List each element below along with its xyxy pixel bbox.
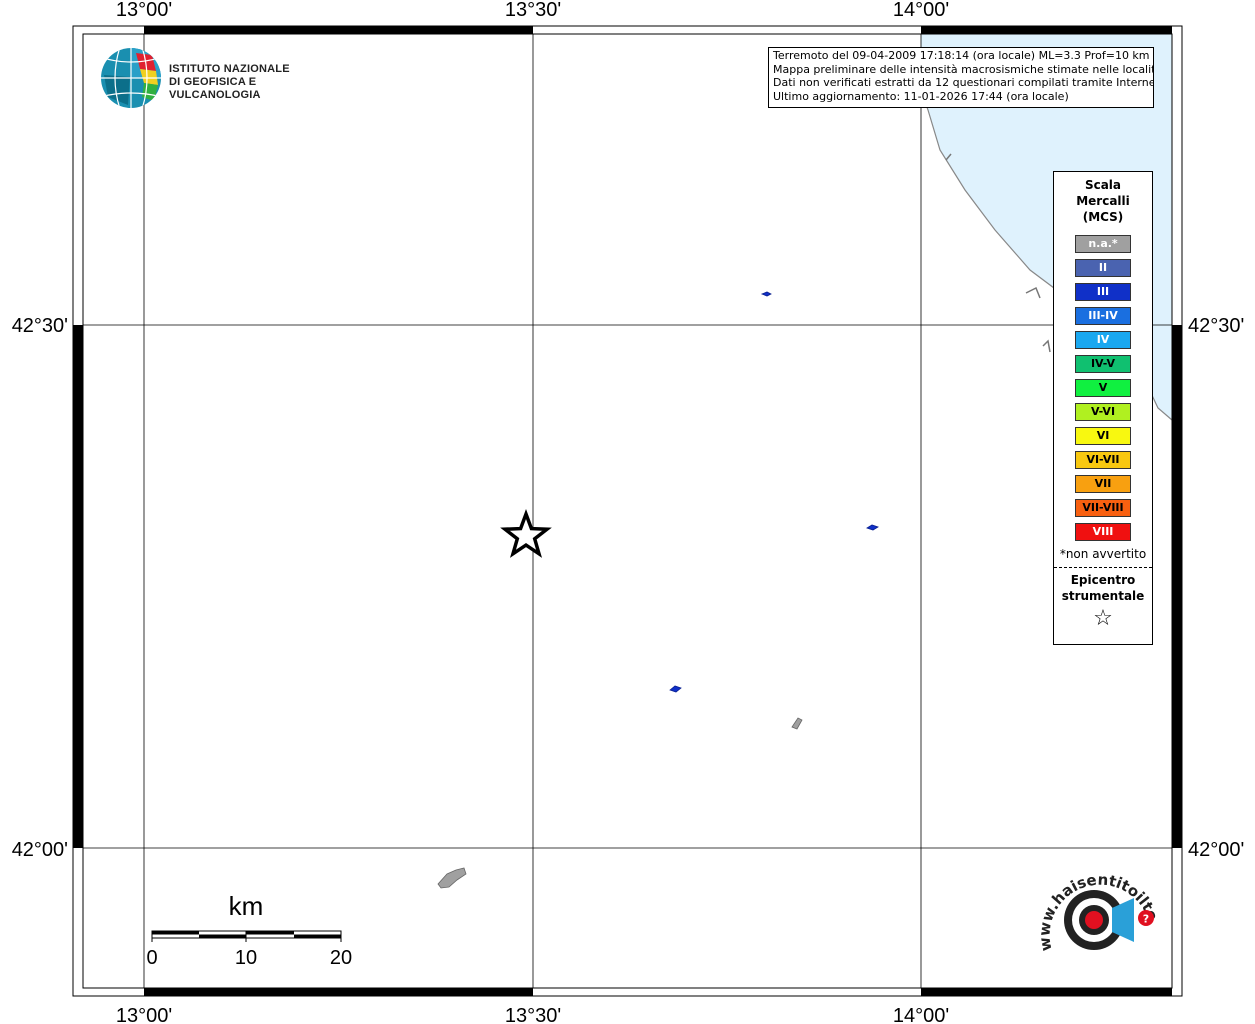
legend-item-swatch: III-IV — [1075, 307, 1131, 325]
event-info-line: Ultimo aggiornamento: 11-01-2026 17:44 (… — [773, 89, 1069, 103]
ingv-line2: DI GEOFISICA E VULCANOLOGIA — [169, 76, 261, 101]
frame-bar-left — [73, 325, 83, 848]
legend-divider — [1054, 567, 1152, 568]
lat-label-left: 42°00' — [12, 839, 68, 861]
legend-epicenter-line: Epicentro — [1070, 573, 1136, 587]
lat-label-right: 42°30' — [1188, 315, 1244, 337]
legend-epicenter-line: strumentale — [1061, 589, 1145, 603]
lon-label-bottom: 13°00' — [116, 1005, 172, 1024]
coast-detail — [1042, 339, 1051, 353]
globe-icon — [101, 48, 161, 108]
scale-bar-segment — [199, 934, 246, 938]
ingv-line1: ISTITUTO NAZIONALE — [169, 63, 290, 75]
scale-label: 10 — [235, 947, 257, 969]
legend-epicenter-label: Epicentro strumentale — [1054, 572, 1152, 604]
lon-label-top: 14°00' — [893, 0, 949, 21]
frame-bar-bottom — [921, 988, 1172, 996]
legend-title-line: (MCS) — [1082, 210, 1124, 224]
legend-item-swatch: VIII — [1075, 523, 1131, 541]
legend-item-swatch: V-VI — [1075, 403, 1131, 421]
legend-item-swatch: IV-V — [1075, 355, 1131, 373]
epicenter-star-icon[interactable] — [500, 508, 552, 558]
legend-title-line: Mercalli — [1076, 194, 1130, 208]
scale-bar-segment — [246, 931, 294, 935]
legend-items: n.a.* II III III-IV IV IV-V V V-VI VI VI-VII VII VI… — [1054, 235, 1152, 541]
lat-label-left: 42°30' — [12, 315, 68, 337]
lat-label-right: 42°00' — [1188, 839, 1244, 861]
locality-marker-intensity-III[interactable] — [669, 685, 682, 693]
ingv-logo: ISTITUTO NAZIONALE DI GEOFISICA E VULCAN… — [100, 47, 320, 111]
legend-star-icon: ☆ — [1093, 606, 1113, 631]
svg-text:?: ? — [1143, 913, 1149, 926]
legend-item-swatch: IV — [1075, 331, 1131, 349]
event-info-line: Dati non verificati estratti da 12 quest… — [773, 76, 1154, 89]
frame-bar-right — [1172, 325, 1182, 848]
locality-marker-unfelt[interactable] — [791, 717, 803, 730]
event-info-box: Terremoto del 09-04-2009 17:18:14 (ora l… — [768, 47, 1154, 108]
event-info-line: Terremoto del 09-04-2009 17:18:14 (ora l… — [773, 49, 1150, 62]
lon-label-bottom: 13°30' — [505, 1005, 561, 1024]
frame-bar-top — [144, 26, 533, 34]
legend-item-swatch: V — [1075, 379, 1131, 397]
legend-note: *non avvertito — [1059, 547, 1147, 561]
scale-unit: km — [229, 891, 264, 921]
locality-marker-intensity-III[interactable] — [760, 291, 772, 297]
event-info-line: Mappa preliminare delle intensità macros… — [773, 62, 1154, 76]
hsit-logo: www.haisentitoilterremoto.it ? — [1022, 844, 1162, 976]
legend-title-line: Scala — [1084, 178, 1122, 192]
legend-item-swatch: VI-VII — [1075, 451, 1131, 469]
locality-marker-intensity-III[interactable] — [866, 524, 879, 531]
ingv-text: ISTITUTO NAZIONALE DI GEOFISICA E VULCAN… — [169, 63, 320, 102]
frame-bar-top — [921, 26, 1172, 34]
frame-bar-bottom — [144, 988, 533, 996]
legend-item-swatch: III — [1075, 283, 1131, 301]
legend-title: Scala Mercalli (MCS) — [1054, 177, 1152, 225]
lon-label-top: 13°30' — [505, 0, 561, 21]
scale-label: 0 — [146, 947, 157, 969]
hsit-logo-graphic: www.haisentitoilterremoto.it ? — [1022, 844, 1162, 952]
scale-bar-segment — [294, 934, 341, 938]
scale-bar-segment — [152, 931, 199, 935]
legend-item-swatch: n.a.* — [1075, 235, 1131, 253]
mcs-legend: Scala Mercalli (MCS) n.a.* II III III-IV IV I… — [1053, 171, 1153, 645]
legend-item-swatch: VII — [1075, 475, 1131, 493]
legend-item-swatch: II — [1075, 259, 1131, 277]
lon-label-bottom: 14°00' — [893, 1005, 949, 1024]
legend-item-swatch: VI — [1075, 427, 1131, 445]
scale-label: 20 — [330, 947, 352, 969]
legend-item-swatch: VII-VIII — [1075, 499, 1131, 517]
coast-detail — [1025, 286, 1041, 299]
locality-marker-unfelt[interactable] — [437, 867, 467, 889]
lon-label-top: 13°00' — [116, 0, 172, 21]
